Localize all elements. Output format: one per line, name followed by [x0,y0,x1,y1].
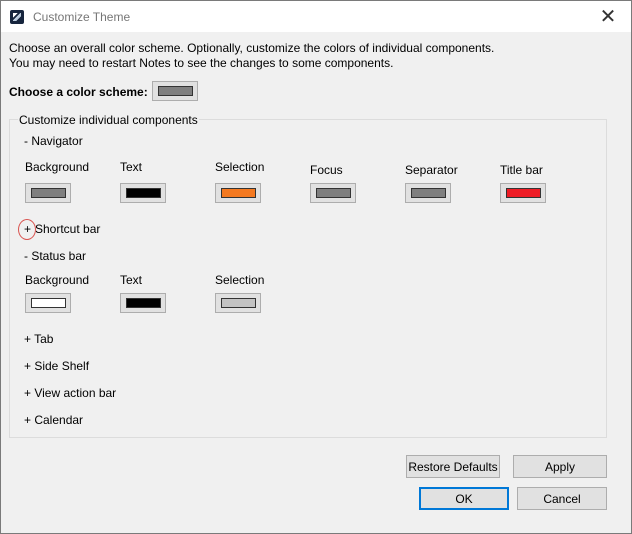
navigator-titlebar-label: Title bar [500,163,543,177]
navigator-separator-button[interactable] [405,183,451,203]
apply-button[interactable]: Apply [513,455,607,478]
title-bar: Customize Theme ✕ [1,1,631,32]
status-bar-text-swatch [126,298,161,308]
status-bar-text-label: Text [120,273,143,287]
status-bar-section-toggle[interactable]: - Status bar [24,249,86,263]
status-bar-background-label: Background [25,273,90,287]
status-bar-selection-swatch [221,298,256,308]
customize-theme-dialog: Customize Theme ✕ Choose an overall colo… [0,0,632,534]
navigator-selection-label: Selection [215,160,265,174]
status-bar-selection-button[interactable] [215,293,261,313]
view-action-bar-section-toggle[interactable]: + View action bar [24,386,116,400]
window-title: Customize Theme [33,9,131,24]
status-bar-text-button[interactable] [120,293,166,313]
app-icon [10,9,24,24]
intro-line-2: You may need to restart Notes to see the… [9,56,394,70]
color-scheme-button[interactable] [152,81,198,101]
intro-line-1: Choose an overall color scheme. Optional… [9,41,495,55]
navigator-titlebar-swatch [506,188,541,198]
cancel-button[interactable]: Cancel [517,487,607,510]
navigator-focus-button[interactable] [310,183,356,203]
navigator-titlebar-button[interactable] [500,183,546,203]
calendar-section-toggle[interactable]: + Calendar [24,413,83,427]
status-bar-selection-label: Selection [215,273,265,287]
navigator-section-toggle[interactable]: - Navigator [24,134,83,148]
navigator-background-label: Background [25,160,90,174]
status-bar-background-swatch [31,298,66,308]
tab-section-toggle[interactable]: + Tab [24,332,53,346]
navigator-background-swatch [31,188,66,198]
components-group-label: Customize individual components [18,113,199,127]
navigator-background-button[interactable] [25,183,71,203]
navigator-separator-swatch [411,188,446,198]
color-scheme-swatch [158,86,193,96]
highlight-circle [18,219,36,240]
close-button[interactable]: ✕ [585,1,631,32]
intro-text: Choose an overall color scheme. Optional… [9,41,494,71]
navigator-text-swatch [126,188,161,198]
restore-defaults-button[interactable]: Restore Defaults [406,455,500,478]
color-scheme-label: Choose a color scheme: [9,85,148,99]
navigator-text-label: Text [120,160,143,174]
side-shelf-section-toggle[interactable]: + Side Shelf [24,359,89,373]
navigator-focus-swatch [316,188,351,198]
navigator-selection-swatch [221,188,256,198]
navigator-focus-label: Focus [310,163,343,177]
ok-button[interactable]: OK [419,487,509,510]
shortcut-bar-label[interactable]: Shortcut bar [35,222,100,236]
navigator-text-button[interactable] [120,183,166,203]
navigator-selection-button[interactable] [215,183,261,203]
status-bar-background-button[interactable] [25,293,71,313]
navigator-separator-label: Separator [405,163,458,177]
